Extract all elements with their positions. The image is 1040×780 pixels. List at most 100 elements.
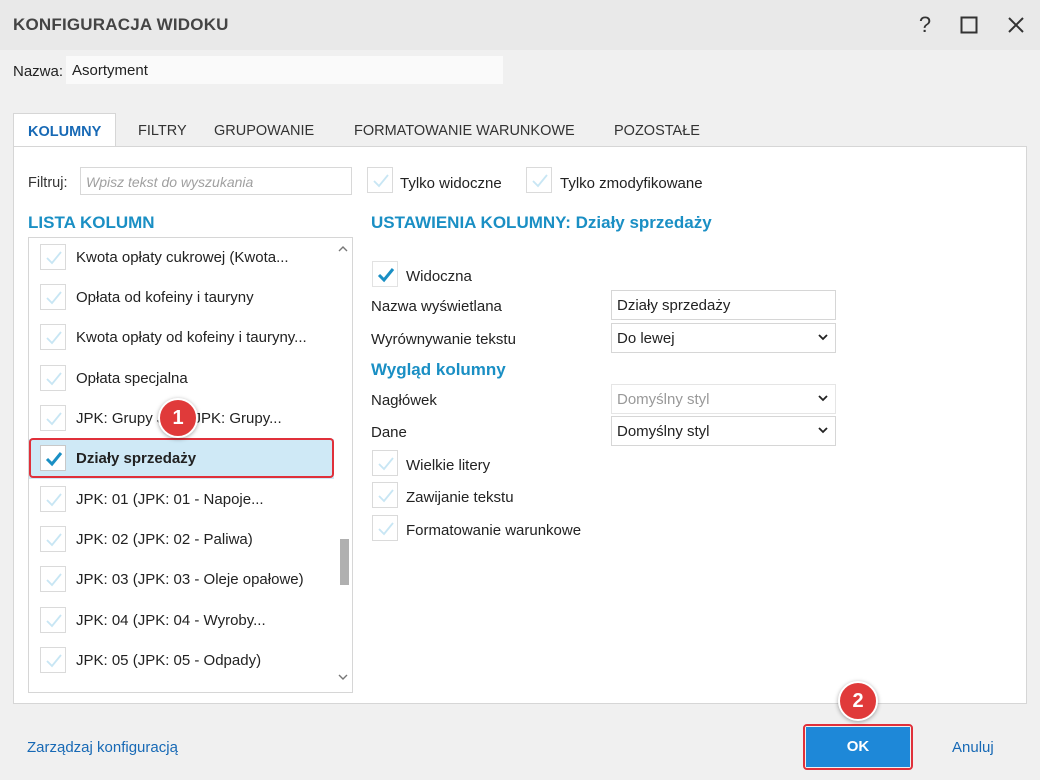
checkmark-icon <box>46 533 62 547</box>
only-modified-checkbox[interactable] <box>526 167 552 193</box>
filter-label: Filtruj: <box>28 175 68 191</box>
list-item-label: JPK: 02 (JPK: 02 - Paliwa) <box>76 531 253 548</box>
checkmark-icon <box>378 489 394 503</box>
list-item[interactable]: Kwota opłaty od kofeiny i tauryny... <box>29 318 334 358</box>
column-visible-checkbox[interactable] <box>40 486 66 512</box>
list-item[interactable]: JPK: 05 (JPK: 05 - Odpady) <box>29 641 334 681</box>
list-item[interactable]: JPK: 04 (JPK: 04 - Wyroby... <box>29 601 334 641</box>
checkmark-icon <box>46 331 62 345</box>
uppercase-checkbox[interactable] <box>372 450 398 476</box>
column-visible-checkbox[interactable] <box>40 647 66 673</box>
cancel-button[interactable]: Anuluj <box>952 739 994 756</box>
list-item-label: Kwota opłaty cukrowej (Kwota... <box>76 249 289 266</box>
data-style-select[interactable]: Domyślny styl <box>611 416 836 446</box>
visible-label: Widoczna <box>406 268 472 285</box>
name-label: Nazwa: <box>13 63 64 80</box>
checkmark-icon <box>46 573 62 587</box>
uppercase-label: Wielkie litery <box>406 457 491 474</box>
close-icon <box>1008 17 1024 33</box>
help-button[interactable]: ? <box>910 10 940 40</box>
window-title: KONFIGURACJA WIDOKU <box>13 15 229 34</box>
step-badge-2: 2 <box>838 681 878 721</box>
close-button[interactable] <box>1001 10 1031 40</box>
column-visible-checkbox[interactable] <box>40 566 66 592</box>
tab-formatowanie-warunkowe[interactable]: FORMATOWANIE WARUNKOWE <box>354 113 575 147</box>
column-list-title: LISTA KOLUMN <box>28 213 155 232</box>
maximize-button[interactable] <box>954 10 984 40</box>
scrollbar-thumb[interactable] <box>340 539 349 585</box>
title-bar: KONFIGURACJA WIDOKU ? <box>0 0 1040 50</box>
list-item-label: JPK: 01 (JPK: 01 - Napoje... <box>76 491 264 508</box>
checkmark-icon <box>46 493 62 507</box>
conditional-format-checkbox[interactable] <box>372 515 398 541</box>
list-item-label: JPK: 05 (JPK: 05 - Odpady) <box>76 652 262 669</box>
highlight-selected-column <box>29 438 334 478</box>
chevron-down-icon <box>818 427 828 434</box>
column-visible-checkbox[interactable] <box>40 526 66 552</box>
list-item[interactable]: JPK: 03 (JPK: 03 - Oleje opałowe) <box>29 560 334 600</box>
wrap-text-checkbox[interactable] <box>372 482 398 508</box>
help-icon: ? <box>918 12 932 37</box>
text-align-select[interactable]: Do lewej <box>611 323 836 353</box>
checkmark-icon <box>378 522 394 536</box>
checkmark-icon <box>532 174 548 188</box>
header-style-label: Nagłówek <box>371 392 437 409</box>
checkmark-icon <box>46 654 62 668</box>
chevron-up-icon[interactable] <box>336 242 350 256</box>
list-item[interactable]: Kwota opłaty cukrowej (Kwota... <box>29 238 334 278</box>
header-style-select[interactable]: Domyślny styl <box>611 384 836 414</box>
tab-grupowanie[interactable]: GRUPOWANIE <box>214 113 314 147</box>
tab-filtry[interactable]: FILTRY <box>138 113 187 147</box>
name-row: Nazwa: Asortyment <box>0 50 1040 96</box>
column-visible-checkbox[interactable] <box>40 607 66 633</box>
list-item-label: Kwota opłaty od kofeiny i tauryny... <box>76 329 307 346</box>
checkmark-icon <box>46 372 62 386</box>
appearance-title: Wygląd kolumny <box>371 360 506 379</box>
name-field[interactable]: Asortyment <box>66 56 503 84</box>
checkmark-icon <box>46 291 62 305</box>
visible-checkbox[interactable] <box>372 261 398 287</box>
highlight-ok-button <box>803 724 913 770</box>
chevron-down-icon <box>818 395 828 402</box>
only-visible-label: Tylko widoczne <box>400 175 502 192</box>
checkmark-icon <box>378 457 394 471</box>
display-name-label: Nazwa wyświetlana <box>371 298 502 315</box>
step-badge-1: 1 <box>158 398 198 438</box>
list-item[interactable]: Opłata specjalna <box>29 359 334 399</box>
checkmark-icon <box>46 412 62 426</box>
text-align-value: Do lewej <box>617 330 675 347</box>
list-item-label: Opłata od kofeiny i tauryny <box>76 289 254 306</box>
maximize-icon <box>960 16 978 34</box>
checkmark-icon <box>46 614 62 628</box>
column-visible-checkbox[interactable] <box>40 405 66 431</box>
column-visible-checkbox[interactable] <box>40 244 66 270</box>
header-style-value: Domyślny styl <box>617 391 710 408</box>
list-scrollbar[interactable] <box>334 238 352 692</box>
column-visible-checkbox[interactable] <box>40 365 66 391</box>
column-visible-checkbox[interactable] <box>40 324 66 350</box>
only-visible-checkbox[interactable] <box>367 167 393 193</box>
conditional-format-label: Formatowanie warunkowe <box>406 522 582 539</box>
tab-pozostale[interactable]: POZOSTAŁE <box>614 113 700 147</box>
wrap-text-label: Zawijanie tekstu <box>406 489 514 506</box>
list-item-label: JPK: 03 (JPK: 03 - Oleje opałowe) <box>76 571 304 588</box>
text-align-label: Wyrównywanie tekstu <box>371 331 516 348</box>
only-modified-label: Tylko zmodyfikowane <box>560 175 703 192</box>
chevron-down-icon <box>818 334 828 341</box>
data-style-value: Domyślny styl <box>617 423 710 440</box>
manage-config-link[interactable]: Zarządzaj konfiguracją <box>27 739 178 756</box>
list-item-label: Opłata specjalna <box>76 370 188 387</box>
list-item[interactable]: JPK: 02 (JPK: 02 - Paliwa) <box>29 520 334 560</box>
tab-kolumny[interactable]: KOLUMNY <box>13 113 117 148</box>
list-item[interactable]: JPK: 01 (JPK: 01 - Napoje... <box>29 480 334 520</box>
display-name-input[interactable]: Działy sprzedaży <box>611 290 836 320</box>
checkmark-icon <box>377 268 395 283</box>
column-settings-title: USTAWIENIA KOLUMNY: Działy sprzedaży <box>371 213 712 232</box>
checkmark-icon <box>46 251 62 265</box>
chevron-down-icon[interactable] <box>336 670 350 684</box>
list-item[interactable]: Opłata od kofeiny i tauryny <box>29 278 334 318</box>
column-visible-checkbox[interactable] <box>40 284 66 310</box>
list-item-label: JPK: 04 (JPK: 04 - Wyroby... <box>76 612 266 629</box>
filter-input[interactable]: Wpisz tekst do wyszukania <box>80 167 352 195</box>
checkmark-icon <box>373 174 389 188</box>
